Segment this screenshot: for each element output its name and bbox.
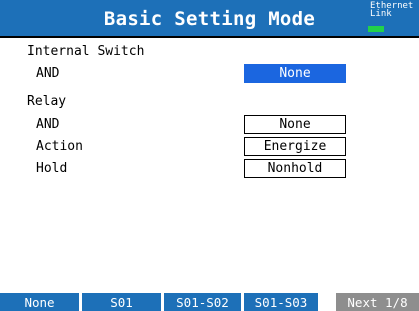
internal-switch-heading: Internal Switch [27,44,145,59]
basic-setting-screen: Basic Setting Mode Ethernet Link Interna… [0,0,419,311]
link-indicator-icon [368,26,384,32]
relay-and-label: AND [36,117,60,132]
relay-action-label: Action [36,139,83,154]
relay-heading: Relay [27,94,67,109]
page-title: Basic Setting Mode [103,8,316,30]
softkey-s01[interactable]: S01 [82,293,161,311]
header-divider [0,36,419,38]
relay-action-field[interactable]: Energize [244,137,346,156]
title-bar: Basic Setting Mode Ethernet Link [0,0,419,36]
softkey-next-page[interactable]: Next 1/8 [336,293,419,311]
softkey-s01-s02[interactable]: S01-S02 [164,293,241,311]
softkey-s01-s03[interactable]: S01-S03 [244,293,318,311]
relay-hold-label: Hold [36,161,68,176]
link-label: Link [370,9,392,19]
relay-and-field[interactable]: None [244,115,346,134]
softkey-none[interactable]: None [0,293,79,311]
internal-switch-and-field[interactable]: None [244,64,346,83]
internal-switch-and-label: AND [36,66,60,81]
ethernet-status: Ethernet Link [370,2,419,19]
softkey-bar: None S01 S01-S02 S01-S03 Next 1/8 [0,293,419,311]
relay-hold-field[interactable]: Nonhold [244,159,346,178]
